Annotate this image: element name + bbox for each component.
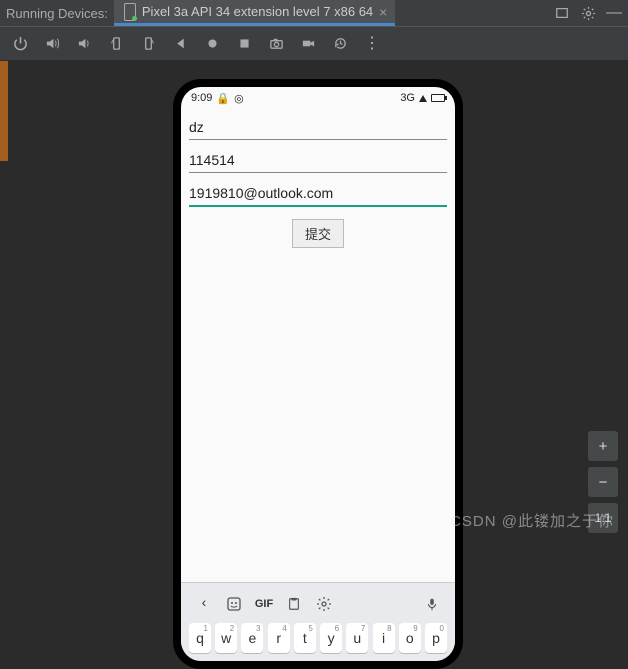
rotate-right-icon[interactable] — [140, 36, 156, 52]
clipboard-icon[interactable] — [279, 589, 309, 619]
soft-keyboard: ‹ GIF 1q2w3e4r5t6y7u8i9o0p — [181, 582, 455, 661]
stop-icon[interactable] — [236, 36, 252, 52]
keyboard-row-1: 1q2w3e4r5t6y7u8i9o0p — [185, 621, 451, 655]
rotate-left-icon[interactable] — [108, 36, 124, 52]
editor-gutter — [0, 61, 8, 161]
device-screen[interactable]: 9:09 🔒 ◎ 3G 提交 ‹ — [181, 87, 455, 661]
record-icon[interactable] — [204, 36, 220, 52]
gif-button[interactable]: GIF — [249, 589, 279, 619]
submit-button[interactable]: 提交 — [292, 219, 344, 248]
battery-icon — [431, 94, 445, 102]
video-icon[interactable] — [300, 36, 316, 52]
number-field[interactable] — [189, 146, 447, 173]
zoom-controls: + − 1:1 — [588, 431, 618, 533]
window-icon[interactable] — [554, 5, 570, 21]
debug-icon: ◎ — [234, 92, 244, 105]
key-w[interactable]: 2w — [215, 623, 237, 653]
lock-icon: 🔒 — [216, 92, 230, 105]
hide-icon[interactable]: — — [606, 5, 622, 21]
running-devices-tabbar: Running Devices: Pixel 3a API 34 extensi… — [0, 0, 628, 27]
device-frame: 9:09 🔒 ◎ 3G 提交 ‹ — [173, 79, 463, 669]
key-i[interactable]: 8i — [373, 623, 395, 653]
keyboard-toolbar: ‹ GIF — [185, 587, 451, 621]
email-field[interactable] — [189, 179, 447, 207]
key-y[interactable]: 6y — [320, 623, 342, 653]
device-tab-active[interactable]: Pixel 3a API 34 extension level 7 x86 64… — [114, 0, 395, 26]
camera-icon[interactable] — [268, 36, 284, 52]
chevron-left-icon[interactable]: ‹ — [189, 589, 219, 615]
running-devices-label: Running Devices: — [6, 6, 108, 21]
key-q[interactable]: 1q — [189, 623, 211, 653]
volume-up-icon[interactable] — [44, 36, 60, 52]
settings-icon[interactable] — [309, 589, 339, 619]
key-o[interactable]: 9o — [399, 623, 421, 653]
sticker-icon[interactable] — [219, 589, 249, 619]
zoom-fit-button[interactable]: 1:1 — [588, 503, 618, 533]
more-icon[interactable]: ⋮ — [364, 36, 380, 52]
key-e[interactable]: 3e — [241, 623, 263, 653]
back-icon[interactable] — [172, 36, 188, 52]
mic-icon[interactable] — [417, 589, 447, 619]
gear-icon[interactable] — [580, 5, 596, 21]
emulator-viewport: 9:09 🔒 ◎ 3G 提交 ‹ — [0, 61, 628, 543]
volume-down-icon[interactable] — [76, 36, 92, 52]
device-tab-label: Pixel 3a API 34 extension level 7 x86 64 — [142, 4, 373, 19]
network-label: 3G — [400, 92, 415, 104]
key-r[interactable]: 4r — [268, 623, 290, 653]
signal-icon — [419, 95, 427, 102]
key-t[interactable]: 5t — [294, 623, 316, 653]
zoom-in-button[interactable]: + — [588, 431, 618, 461]
android-statusbar: 9:09 🔒 ◎ 3G — [181, 87, 455, 109]
emulator-toolbar: ⋮ — [0, 27, 628, 61]
status-time: 9:09 — [191, 92, 212, 104]
phone-icon — [124, 3, 136, 21]
history-icon[interactable] — [332, 36, 348, 52]
app-form: 提交 — [181, 109, 455, 248]
close-icon[interactable]: × — [379, 4, 387, 20]
zoom-out-button[interactable]: − — [588, 467, 618, 497]
power-icon[interactable] — [12, 36, 28, 52]
name-field[interactable] — [189, 113, 447, 140]
keyboard-spacer — [339, 589, 417, 619]
key-p[interactable]: 0p — [425, 623, 447, 653]
key-u[interactable]: 7u — [346, 623, 368, 653]
